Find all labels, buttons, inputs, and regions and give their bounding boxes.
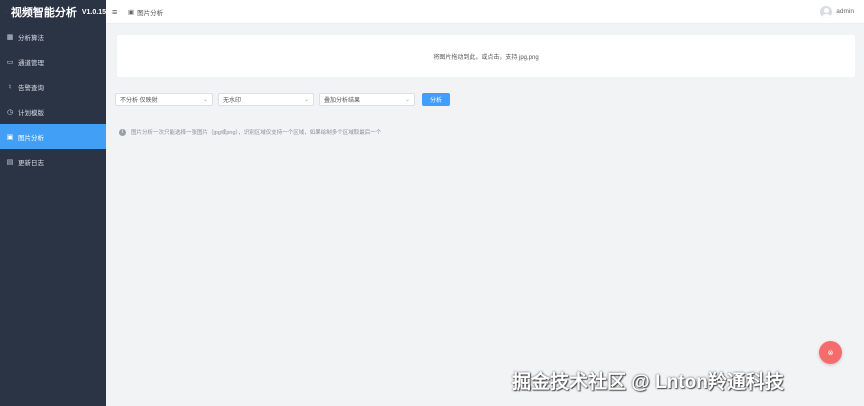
chevron-down-icon: ⌄ — [202, 97, 208, 103]
app-logo[interactable]: 视频智能分析 V1.0.15 — [0, 0, 106, 24]
sidebar-item-label: 分析算法 — [18, 34, 44, 42]
clock-icon: ◷ — [6, 108, 14, 116]
image-upload-dropzone[interactable]: 将图片拖动到此，或点击，支持 jpg,png — [117, 35, 855, 77]
info-icon: i — [119, 128, 126, 136]
document-icon: ▤ — [6, 158, 14, 166]
sidebar-item-label: 更新日志 — [18, 159, 44, 167]
breadcrumb: ▣ 图片分析 — [128, 7, 163, 17]
info-text: 图片分析一次只能选择一张图片（jpg或png），识别区域仅支持一个区域，如果绘制… — [131, 130, 382, 136]
image-icon: ▣ — [128, 8, 135, 16]
floating-action-button[interactable]: ⊗ — [819, 341, 842, 364]
sidebar-item-label: 计划模版 — [18, 109, 44, 117]
sidebar-item-label: 图片分析 — [18, 134, 44, 142]
sidebar-item-label: 通道管理 — [18, 59, 44, 67]
pulse-icon — [6, 11, 7, 13]
upload-hint: 将图片拖动到此，或点击，支持 jpg,png — [433, 54, 539, 61]
bell-icon: ♮ — [8, 83, 12, 91]
app-version: V1.0.15 — [81, 8, 106, 16]
region-mode-value: 不分析 仅映射 — [120, 98, 158, 104]
breadcrumb-current: 图片分析 — [137, 9, 164, 17]
menu-toggle-icon[interactable]: ≡ — [112, 7, 122, 17]
app-title: 视频智能分析 — [10, 7, 77, 19]
overlay-select[interactable]: 叠加分析结果 ⌄ — [319, 93, 415, 106]
user-menu[interactable]: admin — [820, 5, 854, 18]
top-bar: ≡ ▣ 图片分析 admin — [106, 0, 864, 24]
overlay-value: 叠加分析结果 — [324, 98, 361, 104]
username[interactable]: admin — [836, 8, 854, 15]
image-icon: ▣ — [6, 133, 14, 141]
watermark-select[interactable]: 无水印 ⌄ — [218, 93, 314, 106]
sidebar-nav: ▦ 分析算法 ▭ 通道管理 ♮ 告警查询 ◷ 计划模版 ▣ 图片分析 ▤ 更新日… — [0, 24, 106, 174]
analyze-button[interactable]: 分析 — [422, 93, 450, 106]
sidebar: 视频智能分析 V1.0.15 ▦ 分析算法 ▭ 通道管理 ♮ 告警查询 ◷ 计划… — [0, 0, 106, 406]
info-notice: i 图片分析一次只能选择一张图片（jpg或png），识别区域仅支持一个区域，如果… — [119, 126, 855, 138]
region-mode-select[interactable]: 不分析 仅映射 ⌄ — [115, 93, 213, 106]
chevron-down-icon: ⌄ — [303, 97, 309, 103]
sidebar-item-label: 告警查询 — [18, 84, 44, 92]
avatar[interactable] — [820, 5, 833, 18]
sidebar-item-alarms[interactable]: ♮ 告警查询 — [0, 74, 106, 99]
sidebar-item-algorithms[interactable]: ▦ 分析算法 — [0, 24, 106, 49]
watermark-text: 掘金技术社区 @ Lnton羚通科技 — [512, 372, 784, 393]
watermark-value: 无水印 — [223, 98, 242, 104]
sidebar-item-changelog[interactable]: ▤ 更新日志 — [0, 149, 106, 174]
sidebar-item-image-analysis[interactable]: ▣ 图片分析 — [0, 124, 106, 149]
chevron-down-icon: ⌄ — [404, 97, 410, 103]
analysis-controls: 不分析 仅映射 ⌄ 无水印 ⌄ 叠加分析结果 ⌄ 分析 — [115, 93, 450, 106]
grid-icon: ▦ — [6, 33, 14, 41]
folder-icon: ▭ — [6, 58, 14, 66]
sidebar-item-channels[interactable]: ▭ 通道管理 — [0, 49, 106, 74]
sidebar-item-schedules[interactable]: ◷ 计划模版 — [0, 99, 106, 124]
